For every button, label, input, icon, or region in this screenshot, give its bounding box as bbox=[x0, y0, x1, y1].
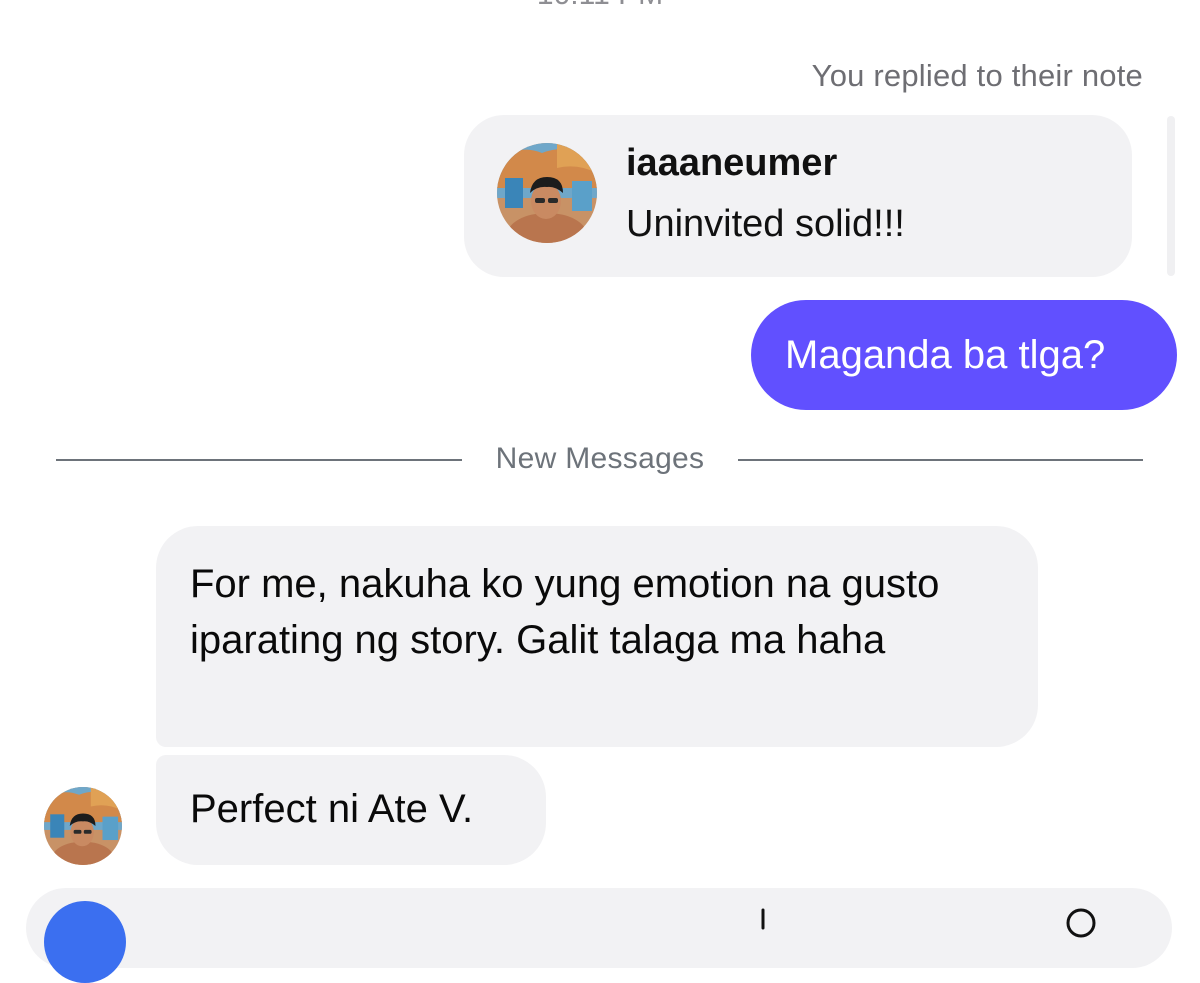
camera-button[interactable] bbox=[44, 901, 126, 983]
note-card-edge bbox=[1167, 116, 1175, 276]
sender-avatar[interactable] bbox=[44, 787, 122, 865]
new-messages-divider-label: New Messages bbox=[495, 442, 705, 475]
avatar-photo-icon bbox=[497, 143, 597, 243]
message-timestamp: 10:11 PM bbox=[0, 0, 1200, 12]
message-composer[interactable] bbox=[26, 888, 1172, 968]
replied-note-caption: You replied to their note bbox=[811, 58, 1143, 93]
composer-icon[interactable] bbox=[752, 908, 774, 930]
new-messages-divider-left bbox=[56, 459, 462, 461]
new-messages-divider-right bbox=[738, 459, 1143, 461]
note-author-avatar[interactable] bbox=[497, 143, 597, 243]
received-message-bubble[interactable]: Perfect ni Ate V. bbox=[156, 755, 546, 865]
note-text: Uninvited solid!!! bbox=[626, 203, 905, 245]
avatar-photo-icon bbox=[44, 787, 122, 865]
sent-message-bubble[interactable]: Maganda ba tlga? bbox=[751, 300, 1177, 410]
composer-icon[interactable] bbox=[1064, 906, 1098, 940]
note-author-username: iaaaneumer bbox=[626, 142, 838, 184]
received-message-bubble[interactable]: For me, nakuha ko yung emotion na gusto … bbox=[156, 526, 1038, 747]
